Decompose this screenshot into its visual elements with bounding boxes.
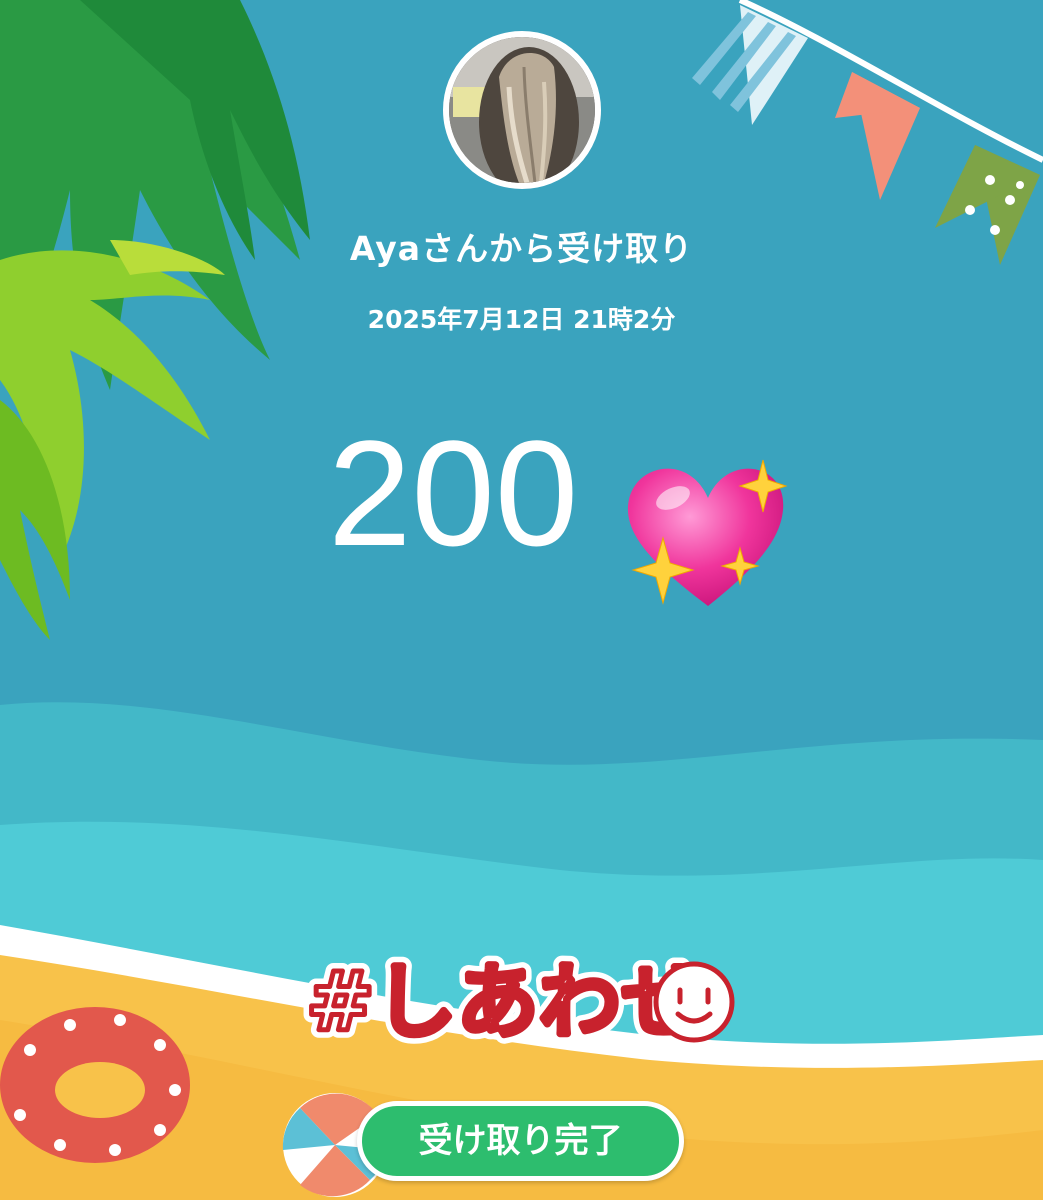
- hashtag-sticker: #しあわせ #しあわせ: [298, 947, 735, 1058]
- sparkling-heart-icon: [627, 459, 788, 606]
- avatar-photo: [449, 37, 595, 183]
- avatar[interactable]: [443, 31, 601, 189]
- received-date: 2025年7月12日 21時2分: [367, 305, 676, 334]
- amount-value: 200: [328, 409, 579, 577]
- sender-label: Ayaさんから受け取り: [349, 229, 694, 268]
- hashtag-text-fill: #しあわせ: [306, 955, 703, 1050]
- swim-ring: [0, 1007, 190, 1163]
- smiley-face-icon: [653, 961, 735, 1043]
- receive-complete-button[interactable]: 受け取り完了: [357, 1101, 684, 1181]
